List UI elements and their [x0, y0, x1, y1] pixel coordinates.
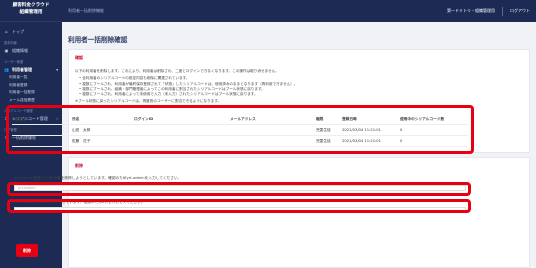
sidebar-subitem-mail-history[interactable]: メール送信履歴 [0, 97, 62, 105]
notice-footnote: ※プール状態に戻ったシリアルコードは、再度別のユーザーに割当できるようになります… [75, 99, 222, 104]
delete-heading: 削除 [75, 163, 83, 168]
sidebar-item-label: 利用者管理 [12, 66, 32, 72]
sidebar-item-label: トップ [12, 28, 24, 34]
sidebar-subitem-user-list[interactable]: 利用者一覧 [0, 74, 62, 82]
sidebar-item-label: 組織情報 [12, 47, 28, 53]
notice-body: 以下の利用者を削除します。これにより、利用者は削除され、二度とログインできなくな… [75, 69, 525, 105]
chevron-down-icon: ▾ [56, 67, 58, 72]
sidebar-item-basic-info[interactable]: ▣ 組織情報 [0, 46, 62, 55]
delete-button[interactable]: 削除 [16, 244, 38, 257]
notice-bullet: 複数にブールされ、利用者によって未使用で入力（未入力）されたシリアルコードはプー… [79, 92, 525, 97]
building-icon: ▣ [4, 48, 9, 53]
sidebar-section-basic: 基本情報 [4, 41, 17, 45]
sidebar-section-user: ユーザー管理 [4, 60, 24, 64]
page-title: 利用者一括削除確認 [68, 36, 128, 44]
table-highlight-box [6, 105, 474, 154]
breadcrumb[interactable]: 利用者一括削除機能 [68, 8, 104, 14]
sidebar-subitem-user-register[interactable]: 利用者登録 [0, 82, 62, 90]
admin-name-highlight-box [7, 182, 471, 196]
confirm-count-highlight-box [7, 199, 471, 213]
divider [502, 6, 503, 16]
brand-line-2: 組織管理用 [19, 9, 43, 15]
users-icon: 👥 [4, 67, 9, 72]
notice-intro: 以下の利用者を削除します。これにより、利用者は削除され、二度とログインできなくな… [75, 69, 279, 73]
sidebar-item-top[interactable]: ⌂ トップ [0, 27, 62, 36]
admin-name-label: yrt-admin(管理)から利用者を削除しようとしています。確認のためyrt-… [14, 176, 182, 180]
notice-heading: 確認 [75, 55, 83, 60]
top-bar: 利用者一括削除機能 第一ドミトリ・組織管理用 ログアウト [62, 0, 536, 22]
home-icon: ⌂ [5, 29, 8, 34]
sidebar-item-user-manage[interactable]: 👥 利用者管理 ▾ [0, 65, 62, 74]
sidebar-subitem-user-bulk-register[interactable]: 利用者一括登録 [0, 89, 62, 97]
app-brand[interactable]: 顧客料金クラウド 組織管理用 [0, 0, 62, 22]
org-name[interactable]: 第一ドミトリ・組織管理用 [447, 8, 495, 14]
logout-link[interactable]: ログアウト [510, 8, 530, 14]
notice-list: 全利用者のシリアルコードの設定内容も削除に関連されています。 複数にブールされ、… [79, 76, 525, 97]
